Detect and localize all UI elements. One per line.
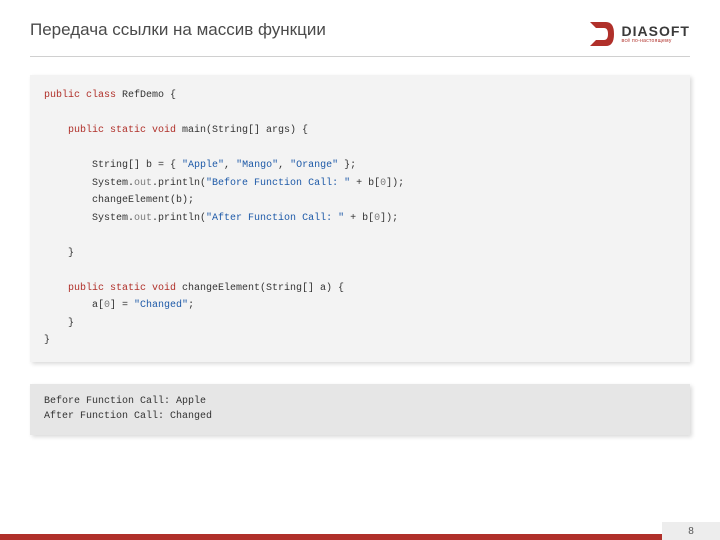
slide-footer: 8: [0, 522, 720, 540]
brand-logo: DIASOFT всё по-настоящему: [588, 20, 690, 48]
footer-accent-bar: [0, 534, 662, 540]
logo-name: DIASOFT: [622, 24, 690, 38]
code-listing: public class RefDemo { public static voi…: [30, 75, 690, 362]
output-listing: Before Function Call: Apple After Functi…: [30, 384, 690, 435]
page-number: 8: [662, 522, 720, 540]
logo-tagline: всё по-настоящему: [622, 39, 690, 44]
slide-title: Передача ссылки на массив функции: [30, 20, 326, 40]
logo-icon: [588, 20, 616, 48]
header-divider: [30, 56, 690, 57]
